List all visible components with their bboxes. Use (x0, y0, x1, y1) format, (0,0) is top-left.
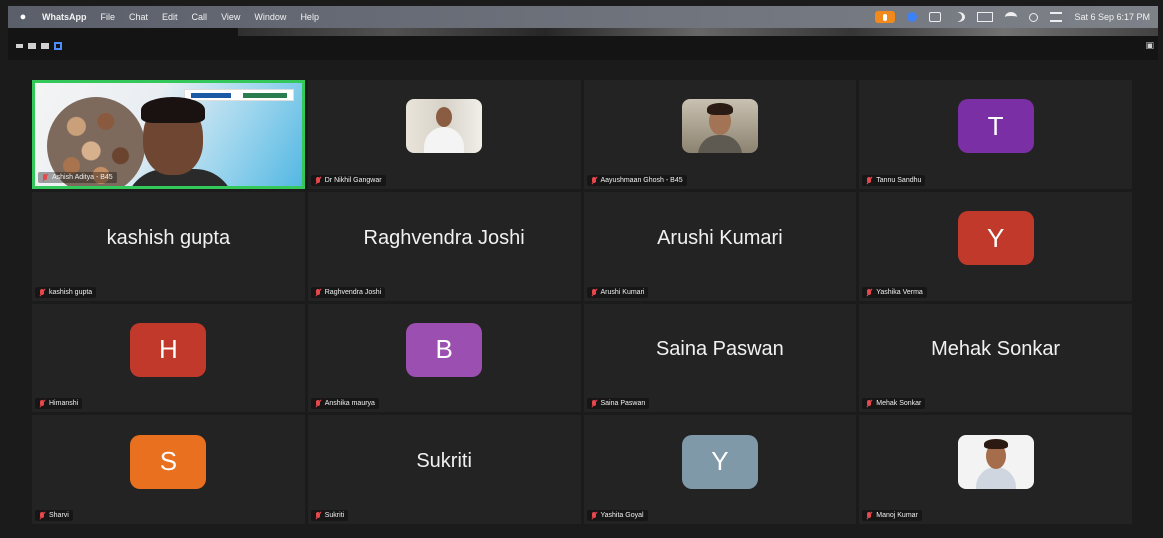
menu-file[interactable]: File (101, 12, 116, 22)
participant-display-name: kashish gupta (106, 226, 231, 249)
participant-tile-anshika-maurya[interactable]: B Anshika maurya (307, 303, 581, 413)
participant-tile-tannu-sandhu[interactable]: T Tannu Sandhu (859, 80, 1132, 189)
participant-avatar: Y (957, 211, 1034, 266)
mic-muted-icon (591, 288, 597, 296)
moon-icon[interactable] (953, 12, 965, 22)
screen-record-icon[interactable] (907, 12, 918, 22)
participant-name-label: Raghvendra Joshi (310, 286, 386, 298)
mic-muted-icon (866, 512, 872, 519)
fullscreen-icon[interactable]: ▣ (1145, 40, 1154, 51)
participant-display-name: Sukriti (416, 450, 472, 473)
battery-icon[interactable] (977, 12, 994, 22)
apple-menu-icon[interactable]: ● (16, 11, 30, 23)
mic-muted-icon (39, 400, 45, 407)
participant-video (35, 83, 302, 186)
participant-grid: Ashish Aditya - B45 ··· Dr Nikhil Gangwa… (32, 80, 1132, 524)
participant-name-label: Sharvi (35, 510, 73, 521)
participant-tile-kashish-gupta[interactable]: kashish gupta kashish gupta (32, 191, 305, 301)
participant-tile-sukriti[interactable]: Sukriti Sukriti (307, 415, 581, 524)
call-toolbar: ▣ (8, 28, 1158, 60)
mic-muted-icon (315, 176, 321, 184)
background-blur-strip (238, 28, 1158, 36)
participant-name-label: Arushi Kumari (586, 286, 649, 298)
participant-name-label: Dr Nikhil Gangwar (310, 174, 386, 186)
participant-name-label: Sukriti (310, 510, 349, 521)
menu-view[interactable]: View (221, 12, 240, 22)
participant-name-label: kashish gupta (35, 286, 97, 298)
participant-avatar: T (957, 99, 1034, 154)
mic-in-use-icon[interactable] (875, 11, 896, 23)
mic-muted-icon (39, 512, 45, 519)
participant-name-label: Manoj Kumar (862, 510, 922, 521)
participant-tile-yashika-verma[interactable]: Y Yashika Verma (859, 191, 1132, 301)
grid-view-icon[interactable] (54, 42, 62, 50)
mic-muted-icon (866, 288, 872, 296)
participant-avatar: H (130, 322, 207, 377)
menu-app-name[interactable]: WhatsApp (42, 12, 87, 22)
mic-muted-icon (315, 288, 321, 296)
menu-bar: ● WhatsApp File Chat Edit Call View Wind… (8, 6, 1158, 28)
participant-display-name: Mehak Sonkar (931, 338, 1061, 361)
mic-muted-icon (866, 176, 872, 184)
participant-name-label: Ashish Aditya - B45 (38, 171, 117, 183)
mic-muted-icon (315, 400, 321, 407)
participant-tile-raghvendra-joshi[interactable]: Raghvendra Joshi Raghvendra Joshi (307, 191, 581, 301)
window-icon[interactable] (929, 12, 942, 22)
participant-photo (406, 99, 483, 154)
mic-muted-icon (591, 512, 597, 519)
participant-display-name: Raghvendra Joshi (363, 226, 525, 249)
participant-tile-ashish-aditya[interactable]: Ashish Aditya - B45 (32, 80, 305, 189)
participant-tile-yashita-goyal[interactable]: Y Yashita Goyal (583, 415, 857, 524)
menu-chat[interactable]: Chat (129, 12, 148, 22)
menu-call[interactable]: Call (192, 12, 208, 22)
participant-name-label: Mehak Sonkar (862, 398, 926, 410)
speaker-view-icon[interactable] (28, 43, 36, 49)
participant-display-name: Arushi Kumari (657, 226, 783, 249)
participant-name-label: Aayushmaan Ghosh - B45 (586, 174, 687, 186)
participant-tile-manoj-kumar[interactable]: Manoj Kumar (859, 415, 1132, 524)
participant-avatar: B (406, 322, 483, 377)
search-icon[interactable] (1029, 12, 1039, 22)
minimize-icon[interactable] (16, 44, 23, 48)
status-area: Sat 6 Sep 6:17 PM (875, 11, 1150, 23)
participant-avatar: S (130, 434, 207, 489)
participant-name-label: Himanshi (35, 398, 83, 410)
participant-tile-arushi-kumari[interactable]: Arushi Kumari Arushi Kumari (583, 191, 857, 301)
participant-avatar: Y (681, 434, 758, 489)
mic-muted-icon (42, 173, 48, 181)
control-center-icon[interactable] (1050, 12, 1063, 22)
logo-banner (183, 89, 294, 101)
view-switcher (16, 42, 62, 50)
participant-photo (957, 434, 1034, 489)
participant-tile-sharvi[interactable]: S Sharvi (32, 415, 305, 524)
participant-name-label: Anshika maurya (310, 398, 379, 410)
participant-photo (681, 99, 758, 154)
mic-muted-icon (39, 288, 45, 296)
menu-clock[interactable]: Sat 6 Sep 6:17 PM (1074, 12, 1150, 22)
participant-name-label: Yashita Goyal (586, 510, 648, 521)
mic-muted-icon (866, 400, 872, 407)
participant-display-name: Saina Paswan (655, 338, 784, 361)
participant-tile-nikhil-gangwar[interactable]: ··· Dr Nikhil Gangwar (307, 80, 581, 189)
participant-tile-himanshi[interactable]: H Himanshi (32, 303, 305, 413)
mic-muted-icon (591, 400, 597, 407)
mic-muted-icon (315, 512, 321, 519)
participant-tile-mehak-sonkar[interactable]: Mehak Sonkar Mehak Sonkar (859, 303, 1132, 413)
participant-name-label: Saina Paswan (586, 398, 650, 410)
mic-muted-icon (591, 176, 597, 184)
menu-window[interactable]: Window (254, 12, 286, 22)
participant-name-label: Tannu Sandhu (862, 174, 926, 186)
participant-tile-saina-paswan[interactable]: Saina Paswan Saina Paswan (583, 303, 857, 413)
participant-name-label: Yashika Verma (862, 286, 927, 298)
participant-tile-aayushmaan-ghosh[interactable]: Aayushmaan Ghosh - B45 (583, 80, 857, 189)
menu-help[interactable]: Help (300, 12, 319, 22)
menu-edit[interactable]: Edit (162, 12, 178, 22)
list-view-icon[interactable] (41, 43, 49, 49)
wifi-icon[interactable] (1005, 12, 1018, 22)
